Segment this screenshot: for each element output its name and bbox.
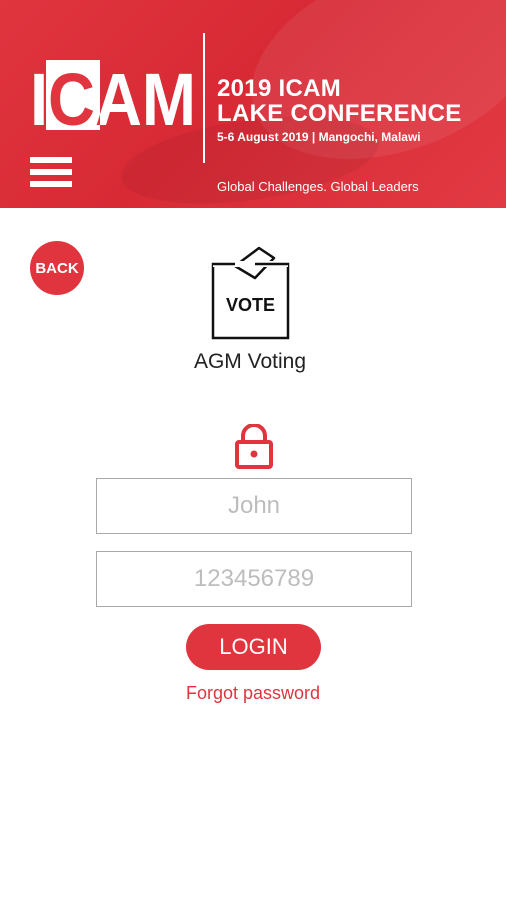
password-input[interactable]: [96, 551, 412, 607]
username-input[interactable]: [96, 478, 412, 534]
conference-title-line1: 2019 ICAM: [217, 75, 342, 102]
forgot-password-link[interactable]: Forgot password: [0, 683, 506, 704]
hamburger-menu-icon[interactable]: [30, 157, 74, 193]
conference-title: 2019 ICAM LAKE CONFERENCE: [217, 76, 462, 126]
back-button[interactable]: BACK: [30, 241, 84, 295]
lock-icon: [235, 424, 273, 469]
menu-bar: [30, 169, 72, 175]
login-button[interactable]: LOGIN: [186, 624, 321, 670]
menu-bar: [30, 157, 72, 163]
menu-bar: [30, 181, 72, 187]
vote-label: VOTE: [226, 295, 275, 315]
app-header: ICAM ICAM ICAM 2019 ICAM LAKE CONFERENCE…: [0, 0, 506, 208]
ballot-box-icon: VOTE: [211, 246, 290, 340]
page-title: AGM Voting: [193, 350, 307, 373]
conference-title-line2: LAKE CONFERENCE: [217, 100, 462, 127]
conference-date-location: 5-6 August 2019 | Mangochi, Malawi: [217, 130, 421, 144]
icam-logo: ICAM ICAM ICAM: [30, 60, 196, 130]
conference-tagline: Global Challenges. Global Leaders: [217, 179, 419, 194]
header-divider: [203, 33, 205, 163]
